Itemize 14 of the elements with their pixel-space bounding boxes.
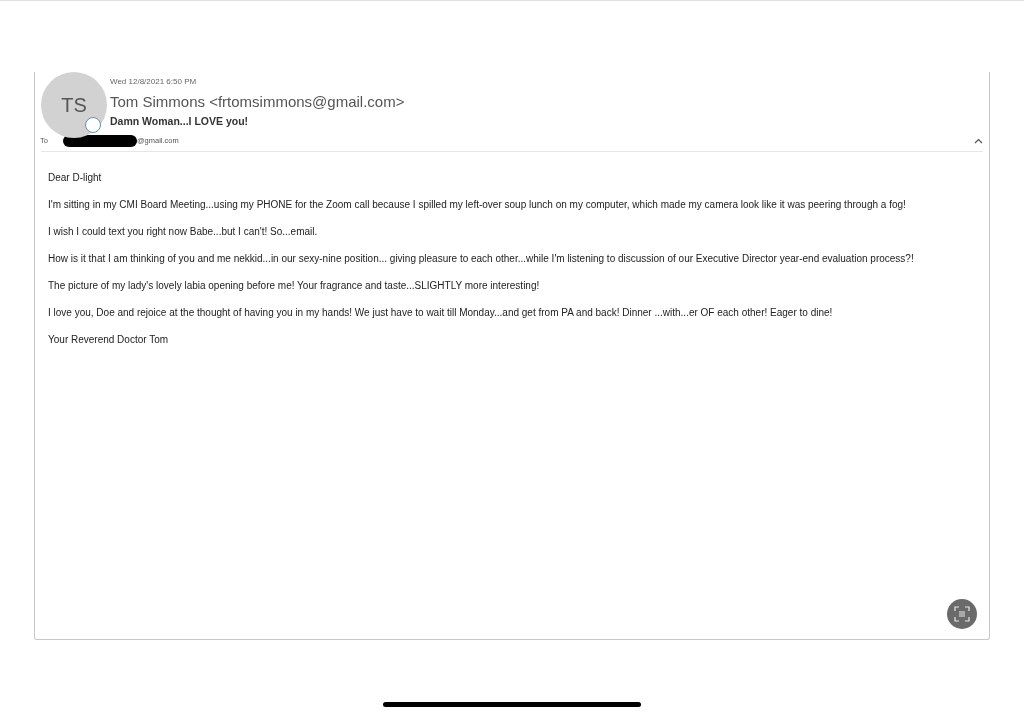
body-paragraph: I wish I could text you right now Babe...but I can't! So...email. <box>48 225 319 239</box>
scan-text-icon <box>954 606 970 622</box>
subject: Damn Woman...I LOVE you! <box>110 114 250 128</box>
body-paragraph: How is it that I am thinking of you and me nekkid...in our sexy-nine position... giving pleasure to each other...while I'm listening to discussion of our Executive Director year-end evaluation process?! <box>48 252 915 266</box>
avatar: TS <box>41 72 107 138</box>
sender: Tom Simmons <frtomsimmons@gmail.com> <box>110 92 405 112</box>
date: Wed 12/8/2021 6:50 PM <box>110 77 198 87</box>
scan-text-button[interactable] <box>947 599 977 629</box>
body-paragraph: The picture of my lady's lovely labia opening before me! Your fragrance and taste...SLIGHTLY more interesting! <box>48 279 541 293</box>
body-paragraph: Dear D-light <box>48 171 103 185</box>
body-paragraph: I'm sitting in my CMI Board Meeting...using my PHONE for the Zoom call because I spilled my left-over soup lunch on my computer, which made my camera look like it was peering through a fog! <box>48 198 907 212</box>
body-paragraph: Your Reverend Doctor Tom <box>48 333 170 347</box>
body-paragraph: I love you, Doe and rejoice at the thought of having you in my hands! We just have to wait till Monday...and get from PA and back! Dinner ...with...er OF each other! Eager to dine! <box>48 306 834 320</box>
collapse-icon[interactable] <box>974 138 983 144</box>
